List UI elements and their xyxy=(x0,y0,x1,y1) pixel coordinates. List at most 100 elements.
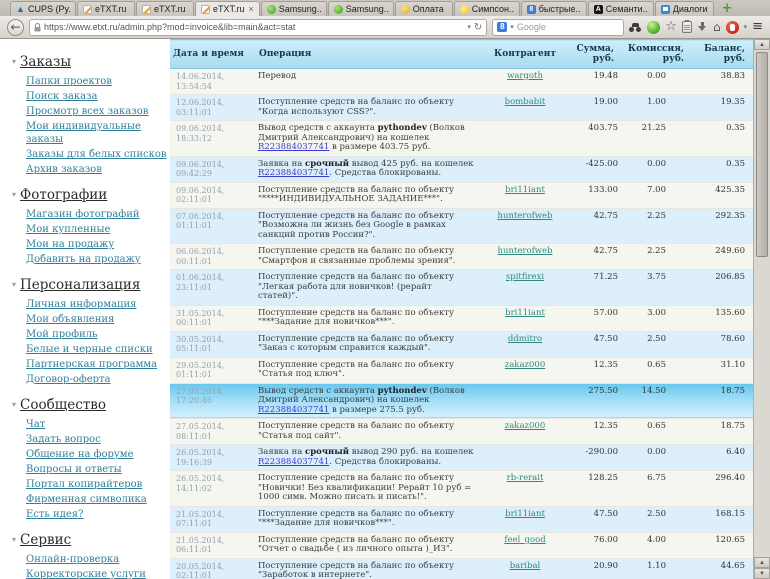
search-input[interactable] xyxy=(516,22,620,32)
counterparty-link[interactable]: rb-rerait xyxy=(507,473,544,483)
sidebar-link[interactable]: Личная информация xyxy=(26,298,170,311)
wallet-link[interactable]: R223884037741 xyxy=(258,142,329,152)
scroll-up-icon[interactable]: ▲ xyxy=(754,39,770,50)
wallet-link[interactable]: R223884037741 xyxy=(258,457,329,467)
sidebar-link[interactable]: Магазин фотографий xyxy=(26,208,170,221)
scroll-up-icon[interactable]: ▲ xyxy=(754,557,770,568)
sidebar-link[interactable]: Поиск заказа xyxy=(26,90,170,103)
tab-samsung[interactable]: Samsung... xyxy=(327,1,394,16)
counterparty-link[interactable]: bri11iant xyxy=(505,185,545,195)
tab-cups[interactable]: ▲CUPS (Py... xyxy=(10,1,76,16)
adblock-icon[interactable] xyxy=(725,20,739,34)
cell-operation: Поступление средств на баланс по объекту… xyxy=(256,470,486,507)
sidebar-link[interactable]: Есть идея? xyxy=(26,508,170,521)
tab-fast[interactable]: 8 быстрые... xyxy=(520,1,587,16)
cell-datetime: 12.06.2014, 03:11:01 xyxy=(170,94,256,121)
counterparty-link[interactable]: wargoth xyxy=(507,71,543,81)
globe-icon[interactable] xyxy=(647,20,661,34)
cell-sum: 133.00 xyxy=(564,182,622,209)
sidebar-link[interactable]: Мой профиль xyxy=(26,328,170,341)
cell-operation: Заявка на срочный вывод 290 руб. на коше… xyxy=(256,444,486,471)
counterparty-link[interactable]: hunterofweb xyxy=(498,211,553,221)
search-engine-icon[interactable]: 8 xyxy=(497,22,508,32)
url-input[interactable] xyxy=(44,22,465,32)
sidebar-link[interactable]: Добавить на продажу xyxy=(26,253,170,266)
search-bar[interactable]: 8 ▾ xyxy=(492,18,625,36)
operation-text: Поступление средств на баланс по объекту… xyxy=(258,359,454,379)
url-bar[interactable]: ▾ ↻ xyxy=(29,18,488,36)
sidebar-link[interactable]: Просмотр всех заказов xyxy=(26,105,170,118)
sidebar-link[interactable]: Партнерская программа xyxy=(26,358,170,371)
samsung-icon xyxy=(333,4,343,14)
sidebar-link[interactable]: Мои индивидуальные заказы xyxy=(26,120,170,146)
sidebar-link[interactable]: Задать вопрос xyxy=(26,433,170,446)
tab-dialogs[interactable]: Диалоги xyxy=(654,1,714,16)
sidebar-section-header[interactable]: ▾ Фотографии xyxy=(12,187,170,203)
url-dropdown-icon[interactable]: ▾ xyxy=(467,19,471,36)
sidebar-link[interactable]: Мои объявления xyxy=(26,313,170,326)
sidebar-link[interactable]: Мои купленные xyxy=(26,223,170,236)
back-button[interactable]: ← xyxy=(7,18,24,36)
home-icon[interactable]: ⌂ xyxy=(713,20,721,34)
wallet-link[interactable]: R223884037741 xyxy=(258,405,329,415)
sidebar-section-header[interactable]: ▾ Персонализация xyxy=(12,277,170,293)
cell-counterparty: spitfirexi xyxy=(486,269,564,306)
scrollbar-thumb[interactable] xyxy=(756,52,768,257)
operation-text: . Средства блокированы. xyxy=(329,168,442,178)
counterparty-link[interactable]: bri11iant xyxy=(505,509,545,519)
sidebar-link[interactable]: Вопросы и ответы xyxy=(26,463,170,476)
table-row: 06.06.2014, 00:11:01 Поступление средств … xyxy=(170,243,753,270)
cups-icon: ▲ xyxy=(16,3,25,14)
counterparty-link[interactable]: feel_good xyxy=(504,535,545,545)
sidebar-link[interactable]: Чат xyxy=(26,418,170,431)
tab-simpson[interactable]: Симпсон... xyxy=(453,1,520,16)
new-tab-button[interactable]: + xyxy=(722,1,733,16)
download-icon[interactable] xyxy=(697,21,708,33)
tab-etxt[interactable]: eTXT.ru xyxy=(136,1,194,16)
tab-etxt[interactable]: eTXT.ru xyxy=(77,1,135,16)
sidebar-link[interactable]: Архив заказов xyxy=(26,163,170,176)
sidebar-section-header[interactable]: ▾ Сообщество xyxy=(12,397,170,413)
sidebar-section-header[interactable]: ▾ Сервис xyxy=(12,532,170,548)
sidebar-link[interactable]: Портал копирайтеров xyxy=(26,478,170,491)
sidebar-link[interactable]: Онлайн-проверка xyxy=(26,553,170,566)
counterparty-link[interactable]: ddmitro xyxy=(508,334,542,344)
bookmark-star-icon[interactable]: ☆ xyxy=(665,20,677,34)
scroll-down-icon[interactable]: ▼ xyxy=(754,568,770,579)
sidebar-link[interactable]: Договор-оферта xyxy=(26,373,170,386)
tab-samsung[interactable]: Samsung... xyxy=(260,1,327,16)
counterparty-link[interactable]: spitfirexi xyxy=(506,272,544,282)
scrollbar[interactable]: ▲ ▲ ▼ xyxy=(753,39,770,579)
menu-icon[interactable]: ≡ xyxy=(752,20,763,34)
counterparty-link[interactable]: hunterofweb xyxy=(498,246,553,256)
operation-text: Поступление средств на баланс по объекту… xyxy=(258,421,454,441)
cell-counterparty xyxy=(486,383,564,419)
tab-payment[interactable]: Оплата xyxy=(394,1,453,16)
search-go-icon[interactable] xyxy=(629,22,642,32)
sidebar-link[interactable]: Общение на форуме xyxy=(26,448,170,461)
sidebar-section-header[interactable]: ▾ Заказы xyxy=(12,54,170,70)
counterparty-link[interactable]: baribal xyxy=(510,561,541,571)
section-title: Сообщество xyxy=(20,397,107,413)
operation-text: Поступление средств на баланс по объекту… xyxy=(258,307,454,327)
wallet-link[interactable]: R223884037741 xyxy=(258,168,329,178)
tab-close-icon[interactable]: × xyxy=(249,4,254,14)
sidebar-link[interactable]: Корректорские услуги xyxy=(26,568,170,579)
sidebar-link[interactable]: Папки проектов xyxy=(26,75,170,88)
counterparty-link[interactable]: zakaz000 xyxy=(505,360,545,370)
cell-counterparty xyxy=(486,120,564,157)
counterparty-link[interactable]: zakaz000 xyxy=(505,421,545,431)
sidebar-link[interactable]: Фирменная символика xyxy=(26,493,170,506)
operation-text: Вывод средств с аккаунта xyxy=(258,123,378,133)
clipboard-icon[interactable] xyxy=(681,20,692,33)
sidebar-link[interactable]: Заказы для белых списков xyxy=(26,148,170,161)
tab-semantic[interactable]: A Семанти... xyxy=(587,1,654,16)
sidebar-link[interactable]: Белые и черные списки xyxy=(26,343,170,356)
counterparty-link[interactable]: bri11iant xyxy=(505,308,545,318)
search-engine-dropdown-icon[interactable]: ▾ xyxy=(510,19,514,36)
tab-etxt[interactable]: eTXT.ru × xyxy=(195,1,260,16)
adblock-dropdown-icon[interactable]: ▾ xyxy=(744,19,748,36)
sidebar-link[interactable]: Мои на продажу xyxy=(26,238,170,251)
counterparty-link[interactable]: bombabit xyxy=(505,97,546,107)
reload-icon[interactable]: ↻ xyxy=(474,19,482,36)
